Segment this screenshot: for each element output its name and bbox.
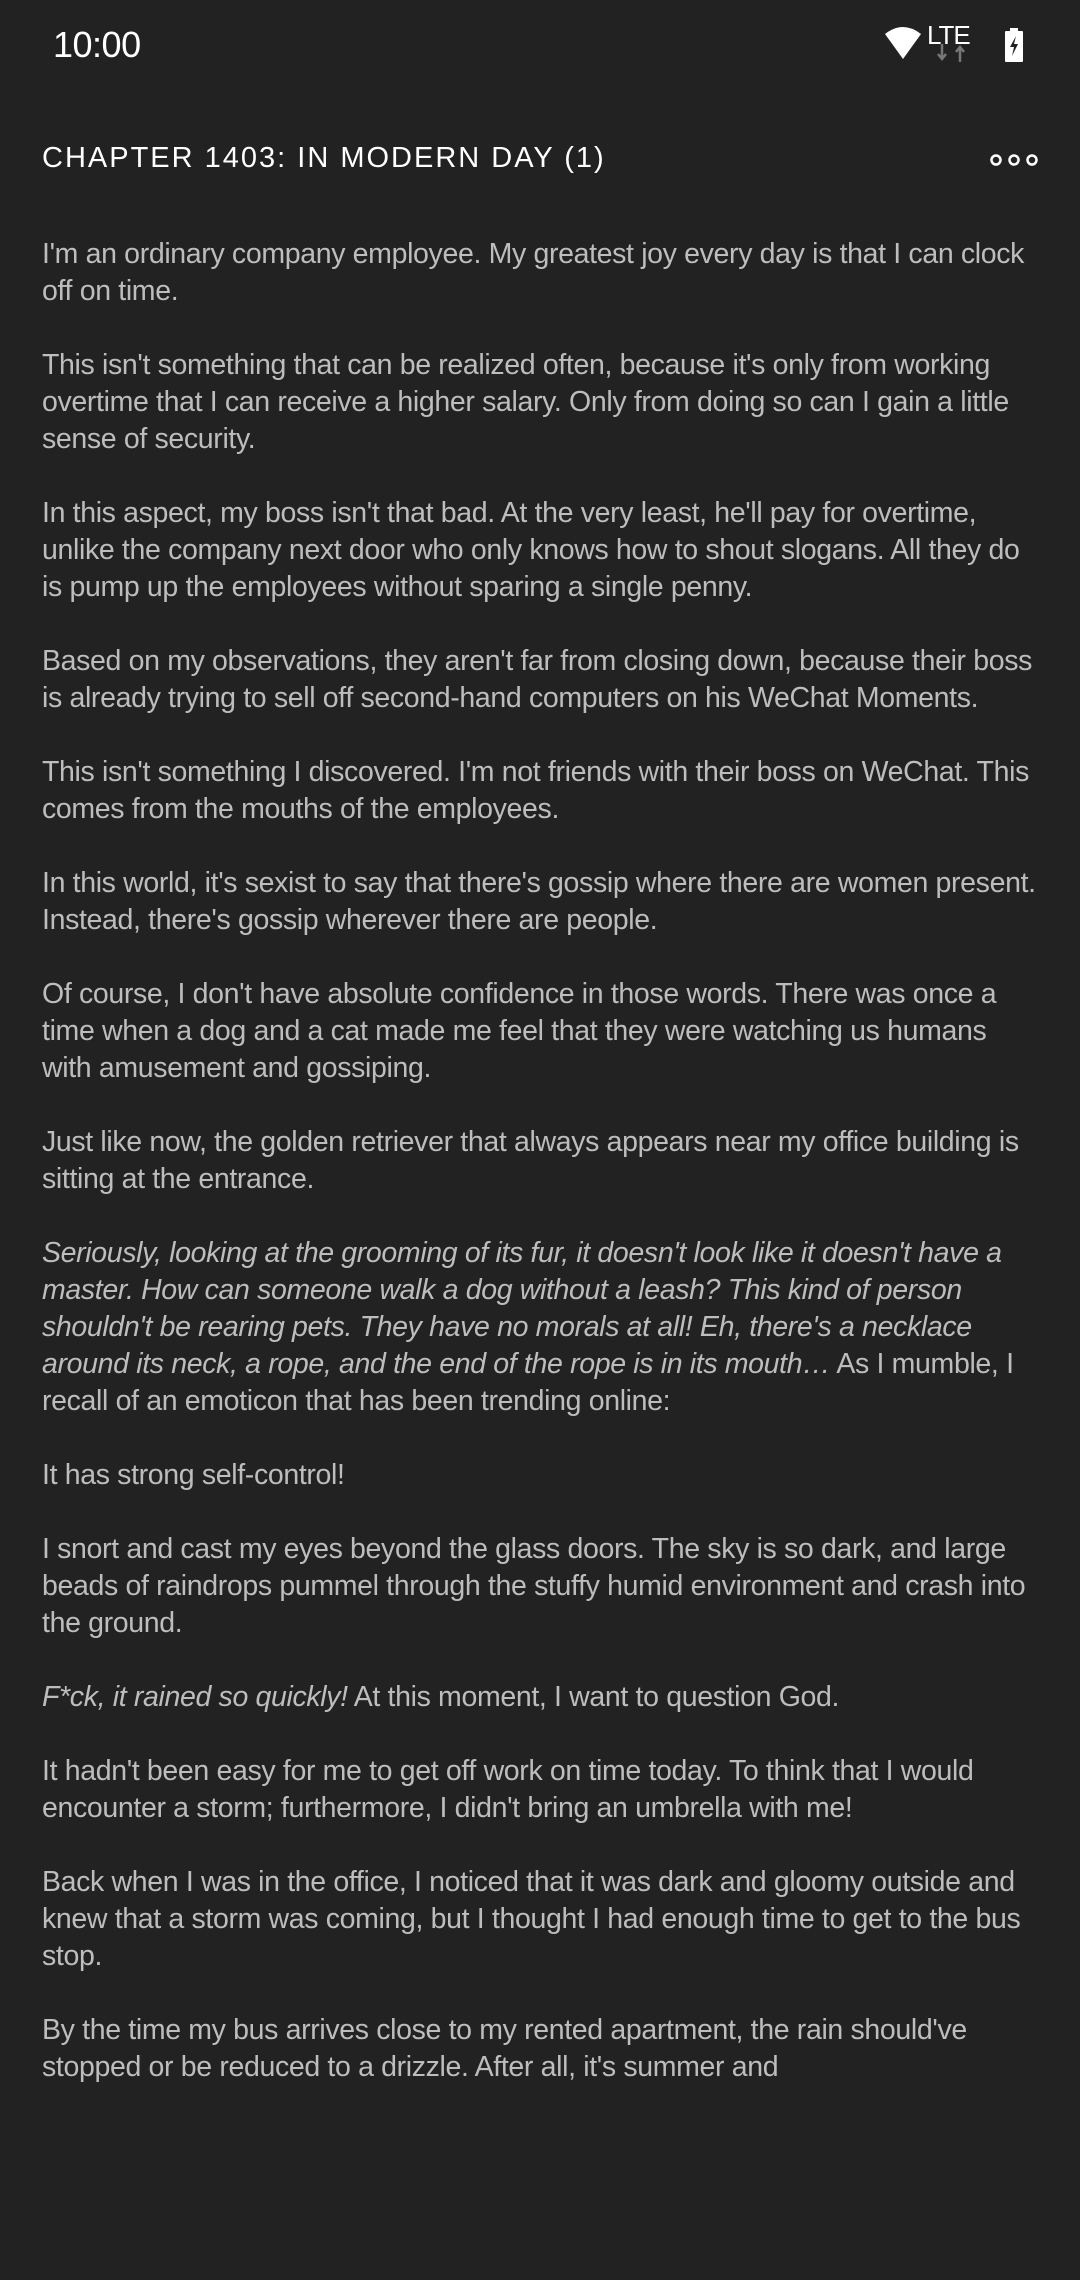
paragraph: In this aspect, my boss isn't that bad. … <box>42 495 1042 606</box>
paragraph: Just like now, the golden retriever that… <box>42 1124 1042 1198</box>
italic-text-segment: F*ck, it rained so quickly! <box>42 1681 348 1713</box>
text-segment: Based on my observations, they aren't fa… <box>42 645 1033 714</box>
chapter-content[interactable]: I'm an ordinary company employee. My gre… <box>42 236 1042 2123</box>
text-segment: In this world, it's sexist to say that t… <box>42 867 1036 936</box>
text-segment: By the time my bus arrives close to my r… <box>42 2014 967 2083</box>
paragraph: This isn't something I discovered. I'm n… <box>42 754 1042 828</box>
paragraph: I'm an ordinary company employee. My gre… <box>42 236 1042 310</box>
paragraph: By the time my bus arrives close to my r… <box>42 2012 1042 2086</box>
more-options-icon[interactable] <box>986 146 1042 174</box>
wifi-icon <box>885 27 921 59</box>
paragraph: This isn't something that can be realize… <box>42 347 1042 458</box>
text-segment: I'm an ordinary company employee. My gre… <box>42 238 1025 307</box>
text-segment: Of course, I don't have absolute confide… <box>42 978 997 1084</box>
text-segment: This isn't something I discovered. I'm n… <box>42 756 1029 825</box>
lte-data-arrows-icon <box>937 44 965 62</box>
text-segment: In this aspect, my boss isn't that bad. … <box>42 497 1020 603</box>
text-segment: At this moment, I want to question God. <box>347 1681 840 1713</box>
status-bar: 10:00 LTE <box>0 0 1080 90</box>
text-segment: It hadn't been easy for me to get off wo… <box>42 1755 974 1824</box>
paragraph: F*ck, it rained so quickly! At this mome… <box>42 1679 1042 1716</box>
paragraph: It hadn't been easy for me to get off wo… <box>42 1753 1042 1827</box>
paragraph: In this world, it's sexist to say that t… <box>42 865 1042 939</box>
text-segment: Just like now, the golden retriever that… <box>42 1126 1019 1195</box>
battery-charging-icon <box>1005 28 1023 62</box>
paragraph: Of course, I don't have absolute confide… <box>42 976 1042 1087</box>
paragraph: Back when I was in the office, I noticed… <box>42 1864 1042 1975</box>
paragraph: It has strong self-control! <box>42 1457 1042 1494</box>
text-segment: This isn't something that can be realize… <box>42 349 1009 455</box>
chapter-title: CHAPTER 1403: IN MODERN DAY (1) <box>42 142 606 174</box>
text-segment: Back when I was in the office, I noticed… <box>42 1866 1021 1972</box>
status-time: 10:00 <box>53 24 141 65</box>
text-segment: I snort and cast my eyes beyond the glas… <box>42 1533 1026 1639</box>
paragraph: Based on my observations, they aren't fa… <box>42 643 1042 717</box>
paragraph: Seriously, looking at the grooming of it… <box>42 1235 1042 1420</box>
text-segment: It has strong self-control! <box>42 1459 345 1491</box>
app-bar: CHAPTER 1403: IN MODERN DAY (1) <box>0 120 1080 204</box>
paragraph: I snort and cast my eyes beyond the glas… <box>42 1531 1042 1642</box>
